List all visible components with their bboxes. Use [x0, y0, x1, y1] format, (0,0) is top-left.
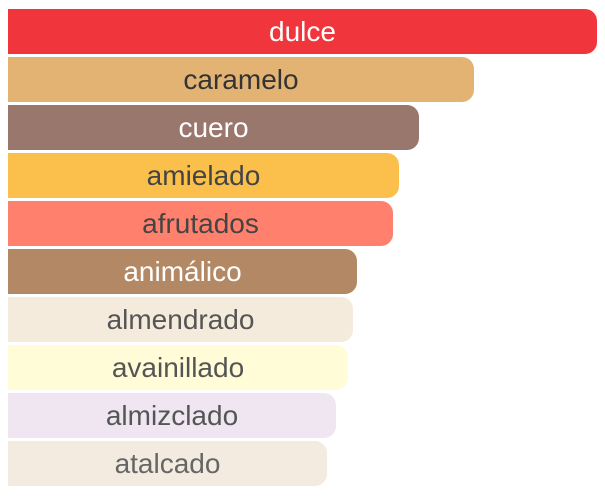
- accord-bar[interactable]: almendrado: [8, 297, 353, 342]
- accord-bar[interactable]: almizclado: [8, 393, 336, 438]
- accord-label: dulce: [269, 15, 336, 47]
- accord-bar[interactable]: dulce: [8, 9, 597, 54]
- accord-bar[interactable]: atalcado: [8, 441, 327, 486]
- accord-bar[interactable]: afrutados: [8, 201, 393, 246]
- accord-bar[interactable]: cuero: [8, 105, 419, 150]
- accord-bar[interactable]: caramelo: [8, 57, 474, 102]
- accord-label: avainillado: [111, 351, 245, 383]
- accord-label: afrutados: [142, 207, 259, 239]
- accord-bar[interactable]: amielado: [8, 153, 399, 198]
- accord-label: atalcado: [114, 447, 221, 479]
- accord-label: animálico: [123, 255, 242, 287]
- accord-label: almizclado: [105, 399, 239, 431]
- accord-label: caramelo: [183, 63, 299, 95]
- accord-bar[interactable]: animálico: [8, 249, 357, 294]
- accord-bar[interactable]: avainillado: [8, 345, 348, 390]
- accord-label: cuero: [178, 111, 249, 143]
- accord-label: almendrado: [106, 303, 255, 335]
- accord-label: amielado: [146, 159, 261, 191]
